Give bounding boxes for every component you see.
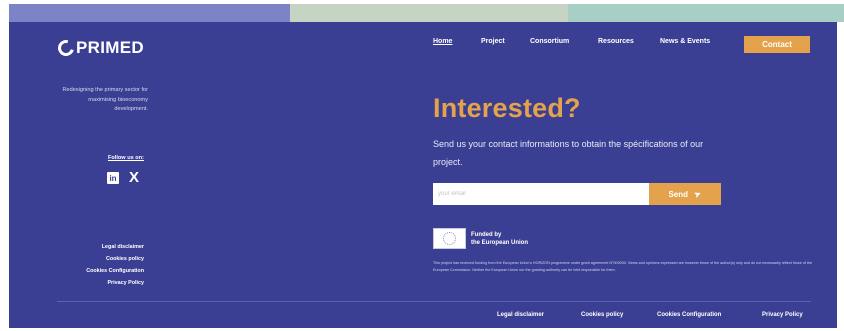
send-button[interactable]: Send ➤ [649, 183, 721, 205]
top-color-bar-segment-3 [568, 4, 844, 22]
email-field[interactable] [433, 183, 649, 205]
page-title: Interested? [433, 93, 581, 123]
paper-plane-icon: ➤ [692, 187, 704, 200]
eu-funding-line-1: Funded by [471, 231, 502, 238]
top-color-bar-segment-1 [9, 4, 290, 22]
site-logo[interactable]: PRIMED [55, 37, 144, 59]
nav-link-resources[interactable]: Resources [598, 38, 634, 45]
footer-link-legal-disclaimer[interactable]: Legal disclaimer [497, 312, 544, 318]
sidebar-link-cookies-policy[interactable]: Cookies policy [60, 253, 144, 265]
sidebar-legal-links: Legal disclaimer Cookies policy Cookies … [60, 241, 144, 289]
sidebar-link-legal-disclaimer[interactable]: Legal disclaimer [60, 241, 144, 253]
follow-us-label: Follow us on: [107, 155, 144, 161]
sidebar-link-cookies-configuration[interactable]: Cookies Configuration [60, 265, 144, 277]
eu-disclaimer-text: This project has received funding from t… [433, 261, 813, 272]
sidebar-link-privacy-policy[interactable]: Privacy Policy [60, 277, 144, 289]
eu-stars-icon [443, 232, 456, 245]
eu-funding-line-2: the European Union [471, 239, 528, 246]
linkedin-icon[interactable]: in [107, 172, 119, 184]
eu-funding-block: Funded by the European Union [433, 228, 528, 249]
eu-funding-label: Funded by the European Union [471, 231, 528, 247]
nav-link-home[interactable]: Home [433, 38, 452, 45]
newsletter-form: Send ➤ [433, 183, 721, 205]
send-button-label: Send [668, 189, 688, 199]
top-color-bar-segment-2 [290, 4, 568, 22]
footer-divider [57, 301, 811, 302]
nav-link-news-events[interactable]: News & Events [660, 38, 710, 45]
nav-link-consortium[interactable]: Consortium [530, 38, 569, 45]
top-color-bar [9, 4, 844, 22]
footer-link-cookies-configuration[interactable]: Cookies Configuration [657, 312, 721, 318]
page-frame: PRIMED Home Project Consortium Resources… [0, 0, 844, 331]
logo-text: PRIMED [76, 38, 144, 57]
intro-text: Send us your contact informations to obt… [433, 139, 704, 167]
tagline: Redesigning the primary sector for maxim… [62, 87, 149, 112]
contact-button[interactable]: Contact [744, 36, 810, 53]
footer-link-cookies-policy[interactable]: Cookies policy [581, 312, 623, 318]
social-links: in X [107, 170, 139, 185]
logo-mark-icon [55, 37, 77, 59]
footer-link-privacy-policy[interactable]: Privacy Policy [762, 312, 803, 318]
x-icon[interactable]: X [129, 170, 139, 185]
eu-flag-icon [433, 228, 466, 249]
nav-link-project[interactable]: Project [481, 38, 505, 45]
